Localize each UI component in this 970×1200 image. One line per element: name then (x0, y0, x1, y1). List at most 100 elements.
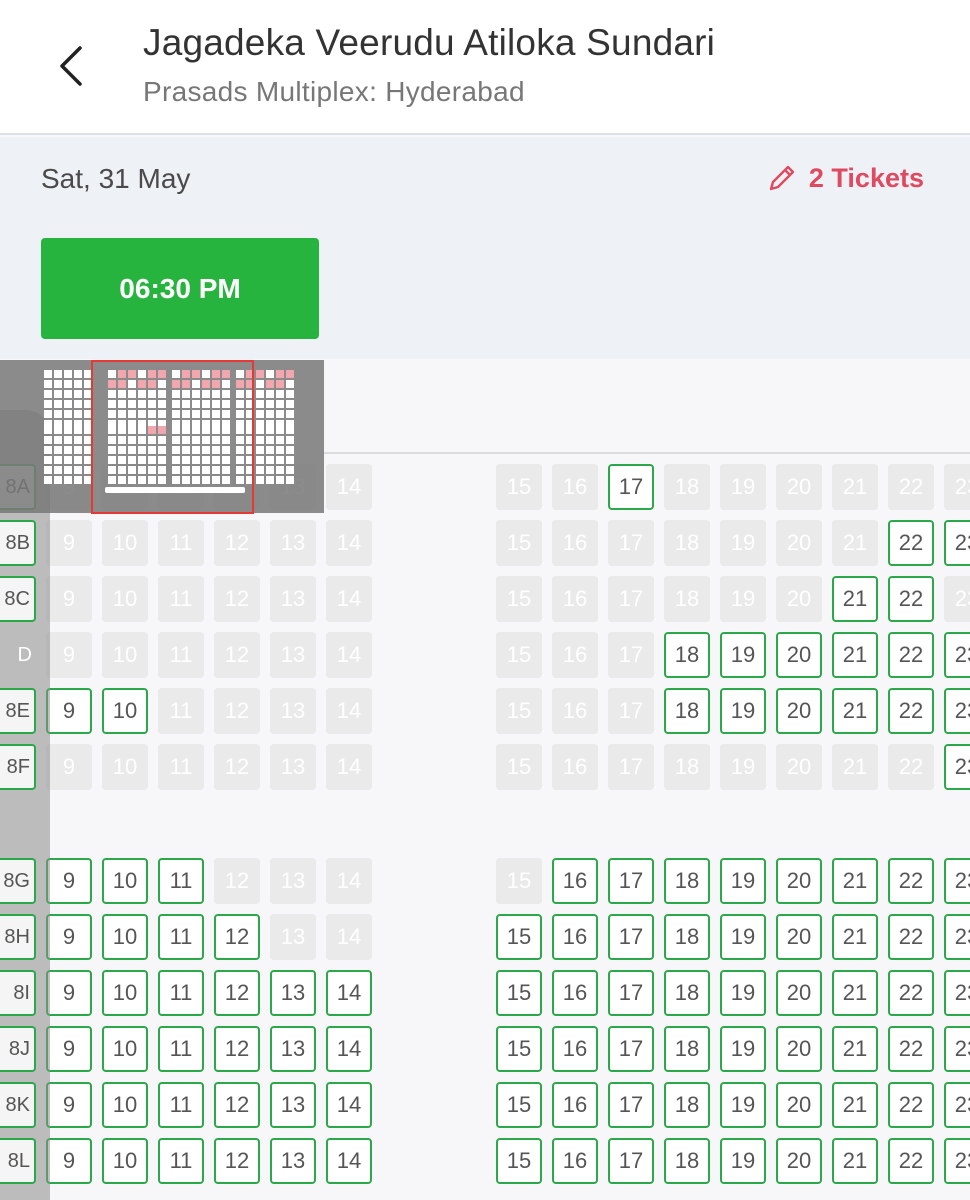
seat-8I-17[interactable]: 17 (608, 970, 654, 1016)
seat-8K-11[interactable]: 11 (158, 1082, 204, 1128)
seat-8H-12[interactable]: 12 (214, 914, 260, 960)
seat-8L-22[interactable]: 22 (888, 1138, 934, 1184)
seat-8K-10[interactable]: 10 (102, 1082, 148, 1128)
seat-D-20[interactable]: 20 (776, 632, 822, 678)
seat-D-22[interactable]: 22 (888, 632, 934, 678)
seat-8I-12[interactable]: 12 (214, 970, 260, 1016)
seat-8J-16[interactable]: 16 (552, 1026, 598, 1072)
seat-8I-15[interactable]: 15 (496, 970, 542, 1016)
seat-8K-21[interactable]: 21 (832, 1082, 878, 1128)
seat-8J-10[interactable]: 10 (102, 1026, 148, 1072)
seat-8K-18[interactable]: 18 (664, 1082, 710, 1128)
seat-8G-22[interactable]: 22 (888, 858, 934, 904)
seat-D-18[interactable]: 18 (664, 632, 710, 678)
seat-8H-21[interactable]: 21 (832, 914, 878, 960)
seat-8H-20[interactable]: 20 (776, 914, 822, 960)
seat-8H-22[interactable]: 22 (888, 914, 934, 960)
seat-8I-10[interactable]: 10 (102, 970, 148, 1016)
seat-D-21[interactable]: 21 (832, 632, 878, 678)
seat-8J-23[interactable]: 23 (944, 1026, 970, 1072)
seat-8L-9[interactable]: 9 (46, 1138, 92, 1184)
seat-8G-10[interactable]: 10 (102, 858, 148, 904)
seat-8K-20[interactable]: 20 (776, 1082, 822, 1128)
seat-8E-23[interactable]: 23 (944, 688, 970, 734)
seat-8E-9[interactable]: 9 (46, 688, 92, 734)
seat-8H-11[interactable]: 11 (158, 914, 204, 960)
seat-8I-19[interactable]: 19 (720, 970, 766, 1016)
seat-8G-18[interactable]: 18 (664, 858, 710, 904)
seat-8G-16[interactable]: 16 (552, 858, 598, 904)
seat-D-23[interactable]: 23 (944, 632, 970, 678)
minimap-viewport[interactable] (91, 360, 254, 514)
seat-8L-17[interactable]: 17 (608, 1138, 654, 1184)
seat-8B-23[interactable]: 23 (944, 520, 970, 566)
seat-8L-13[interactable]: 13 (270, 1138, 316, 1184)
seat-8I-16[interactable]: 16 (552, 970, 598, 1016)
seat-8L-12[interactable]: 12 (214, 1138, 260, 1184)
seat-8J-18[interactable]: 18 (664, 1026, 710, 1072)
back-button[interactable] (48, 40, 96, 92)
seat-8G-19[interactable]: 19 (720, 858, 766, 904)
seat-8I-13[interactable]: 13 (270, 970, 316, 1016)
seat-8E-10[interactable]: 10 (102, 688, 148, 734)
seat-8I-18[interactable]: 18 (664, 970, 710, 1016)
seat-8E-20[interactable]: 20 (776, 688, 822, 734)
seat-8L-23[interactable]: 23 (944, 1138, 970, 1184)
seat-8J-13[interactable]: 13 (270, 1026, 316, 1072)
seat-8K-17[interactable]: 17 (608, 1082, 654, 1128)
seat-8E-21[interactable]: 21 (832, 688, 878, 734)
seat-8C-22[interactable]: 22 (888, 576, 934, 622)
seat-8F-23[interactable]: 23 (944, 744, 970, 790)
seat-8A-17[interactable]: 17 (608, 464, 654, 510)
seat-8L-16[interactable]: 16 (552, 1138, 598, 1184)
seat-8I-20[interactable]: 20 (776, 970, 822, 1016)
seat-8J-15[interactable]: 15 (496, 1026, 542, 1072)
seat-8K-16[interactable]: 16 (552, 1082, 598, 1128)
seat-8H-23[interactable]: 23 (944, 914, 970, 960)
seat-8I-11[interactable]: 11 (158, 970, 204, 1016)
seat-8I-14[interactable]: 14 (326, 970, 372, 1016)
seat-8H-15[interactable]: 15 (496, 914, 542, 960)
seat-8E-18[interactable]: 18 (664, 688, 710, 734)
seat-8I-21[interactable]: 21 (832, 970, 878, 1016)
seat-8L-14[interactable]: 14 (326, 1138, 372, 1184)
seat-8G-21[interactable]: 21 (832, 858, 878, 904)
seat-8I-22[interactable]: 22 (888, 970, 934, 1016)
seat-8C-21[interactable]: 21 (832, 576, 878, 622)
seat-8G-17[interactable]: 17 (608, 858, 654, 904)
seat-8L-11[interactable]: 11 (158, 1138, 204, 1184)
seat-8G-20[interactable]: 20 (776, 858, 822, 904)
seat-8K-19[interactable]: 19 (720, 1082, 766, 1128)
seat-8H-16[interactable]: 16 (552, 914, 598, 960)
edit-tickets-button[interactable]: 2 Tickets (765, 161, 924, 195)
seat-8H-17[interactable]: 17 (608, 914, 654, 960)
seat-8I-23[interactable]: 23 (944, 970, 970, 1016)
seat-8G-23[interactable]: 23 (944, 858, 970, 904)
seat-8H-18[interactable]: 18 (664, 914, 710, 960)
showtime-button[interactable]: 06:30 PM (41, 238, 319, 339)
seat-8K-14[interactable]: 14 (326, 1082, 372, 1128)
seat-8J-21[interactable]: 21 (832, 1026, 878, 1072)
seat-8J-22[interactable]: 22 (888, 1026, 934, 1072)
seat-8L-19[interactable]: 19 (720, 1138, 766, 1184)
seat-8G-11[interactable]: 11 (158, 858, 204, 904)
seat-8K-9[interactable]: 9 (46, 1082, 92, 1128)
seat-8K-15[interactable]: 15 (496, 1082, 542, 1128)
seat-8K-22[interactable]: 22 (888, 1082, 934, 1128)
seat-8L-15[interactable]: 15 (496, 1138, 542, 1184)
seat-8L-10[interactable]: 10 (102, 1138, 148, 1184)
seat-8H-9[interactable]: 9 (46, 914, 92, 960)
seat-8E-22[interactable]: 22 (888, 688, 934, 734)
seat-8K-13[interactable]: 13 (270, 1082, 316, 1128)
seat-8L-20[interactable]: 20 (776, 1138, 822, 1184)
seat-8K-23[interactable]: 23 (944, 1082, 970, 1128)
seat-8J-20[interactable]: 20 (776, 1026, 822, 1072)
seat-8J-19[interactable]: 19 (720, 1026, 766, 1072)
seat-8J-17[interactable]: 17 (608, 1026, 654, 1072)
seat-8H-19[interactable]: 19 (720, 914, 766, 960)
seat-8G-9[interactable]: 9 (46, 858, 92, 904)
seat-8L-21[interactable]: 21 (832, 1138, 878, 1184)
seat-8H-10[interactable]: 10 (102, 914, 148, 960)
seat-8K-12[interactable]: 12 (214, 1082, 260, 1128)
seat-8J-14[interactable]: 14 (326, 1026, 372, 1072)
